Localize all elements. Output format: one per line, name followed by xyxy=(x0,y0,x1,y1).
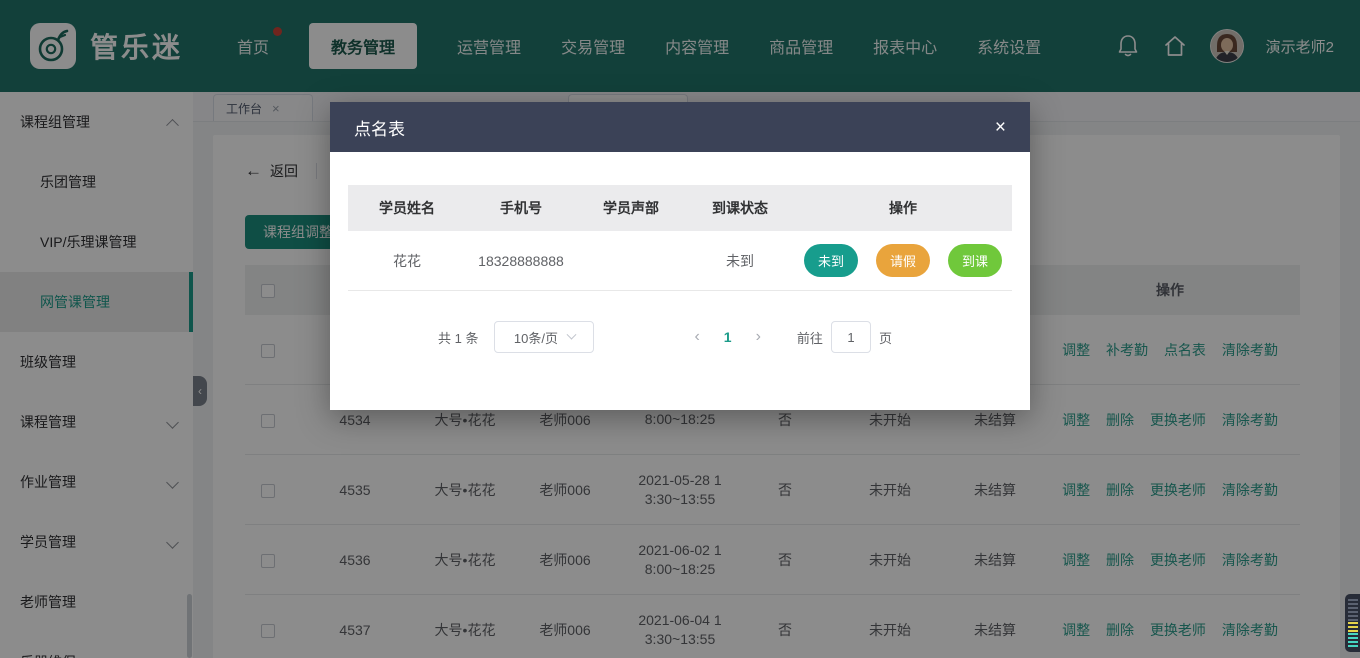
prev-page-button[interactable]: ‹ xyxy=(694,328,699,346)
current-page-number[interactable]: 1 xyxy=(724,329,732,345)
mark-absent-button[interactable]: 未到 xyxy=(804,244,858,277)
roll-call-table-header: 学员姓名 手机号 学员声部 到课状态 操作 xyxy=(348,185,1012,231)
pagination: 共 1 条 10条/页 ‹ 1 › 前往 页 xyxy=(348,321,1012,353)
mark-attended-button[interactable]: 到课 xyxy=(948,244,1002,277)
roll-call-row: 花花 18328888888 未到 未到 请假 到课 xyxy=(348,231,1012,291)
goto-label: 前往 xyxy=(797,328,823,347)
level-meter-widget xyxy=(1345,594,1360,652)
modal-title: 点名表 xyxy=(354,115,405,140)
col-voice-part: 学员声部 xyxy=(576,198,686,218)
student-name: 花花 xyxy=(348,251,466,271)
col-operations: 操作 xyxy=(794,198,1012,218)
meter-yellow-segment xyxy=(1348,622,1358,632)
meter-gray-segment xyxy=(1348,599,1358,621)
mark-leave-button[interactable]: 请假 xyxy=(876,244,930,277)
col-attendance-status: 到课状态 xyxy=(686,198,794,218)
modal-header: 点名表 × xyxy=(330,102,1030,152)
page-size-select[interactable]: 10条/页 xyxy=(494,321,594,353)
next-page-button[interactable]: › xyxy=(756,328,761,346)
roll-call-modal: 点名表 × 学员姓名 手机号 学员声部 到课状态 操作 花花 183288888… xyxy=(330,102,1030,410)
close-icon[interactable]: × xyxy=(995,118,1006,137)
attendance-status: 未到 xyxy=(686,251,794,271)
total-count: 共 1 条 xyxy=(438,328,478,347)
goto-page-input[interactable] xyxy=(831,321,871,353)
student-phone: 18328888888 xyxy=(466,253,576,269)
col-student-name: 学员姓名 xyxy=(348,198,466,218)
modal-body: 学员姓名 手机号 学员声部 到课状态 操作 花花 18328888888 未到 … xyxy=(330,152,1030,353)
meter-teal-segment xyxy=(1348,633,1358,647)
chevron-down-icon xyxy=(567,329,577,339)
col-phone: 手机号 xyxy=(466,198,576,218)
goto-suffix: 页 xyxy=(879,328,892,347)
